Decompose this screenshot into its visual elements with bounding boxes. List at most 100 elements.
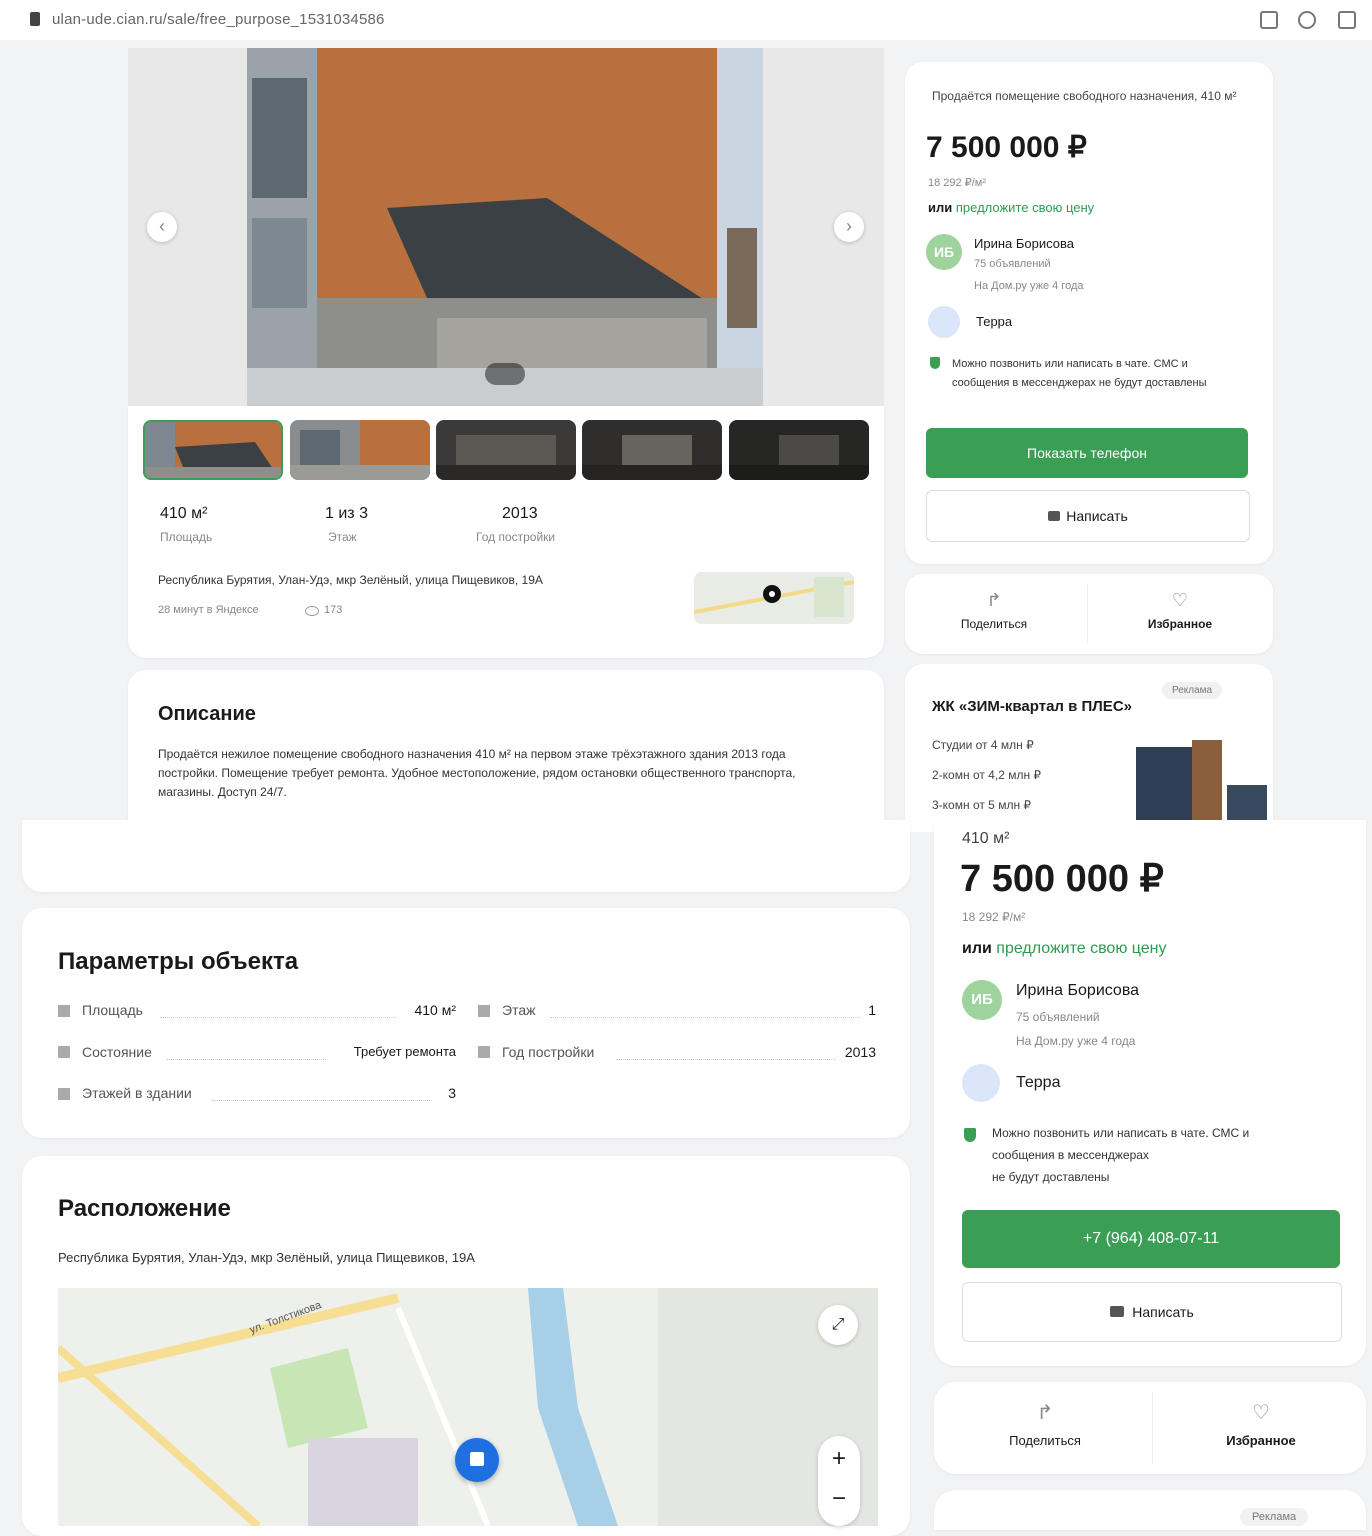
price-per-meter-bottom: 18 292 ₽/м² <box>962 910 1026 924</box>
floor-icon <box>478 1005 490 1017</box>
agency-name[interactable]: Терра <box>976 314 1012 329</box>
offer-price-bottom[interactable]: или предложите свою цену <box>962 940 1167 958</box>
map-zoom-control: + − <box>818 1436 860 1526</box>
thumbnail[interactable] <box>582 420 722 480</box>
share-button-top[interactable]: ↱ Поделиться <box>930 590 1058 631</box>
write-label: Написать <box>1066 508 1128 524</box>
offer-link[interactable]: предложите свою цену <box>956 200 1094 215</box>
location-map-image <box>58 1288 878 1526</box>
site-info-icon[interactable] <box>30 12 40 26</box>
share-label: Поделиться <box>960 617 1028 631</box>
building-render <box>1132 735 1272 832</box>
param-label: Этаж <box>502 1002 536 1018</box>
gallery-prev-button[interactable]: ‹ <box>147 212 177 242</box>
param-value: 2013 <box>844 1044 876 1060</box>
promo-building-image <box>1132 735 1272 832</box>
url-text[interactable]: ulan-ude.cian.ru/sale/free_purpose_15310… <box>52 11 385 28</box>
zoom-in-button[interactable]: + <box>818 1436 860 1481</box>
param-leader <box>166 1058 326 1060</box>
param-leader <box>212 1099 432 1101</box>
year-label: Год постройки <box>476 530 556 544</box>
param-label: Площадь <box>82 1002 143 1018</box>
agent-avatar[interactable]: ИБ <box>926 234 962 270</box>
gallery-next-button[interactable]: › <box>834 212 864 242</box>
zoom-icon[interactable] <box>1298 11 1316 29</box>
agent-avatar-bottom[interactable]: ИБ <box>962 980 1002 1020</box>
home-icon <box>470 1452 484 1466</box>
agent-name-bottom[interactable]: Ирина Борисова <box>1016 982 1139 1000</box>
param-leader <box>160 1016 396 1018</box>
floor-label: Этаж <box>328 530 357 544</box>
agency-logo-icon-bottom[interactable] <box>962 1064 1000 1102</box>
area-value: 410 м² <box>160 505 208 522</box>
thumbnail-image <box>436 420 576 480</box>
object-title: Продаётся помещение свободного назначени… <box>932 89 1237 103</box>
ad-badge-bottom[interactable]: Реклама <box>1240 1508 1309 1526</box>
mini-map[interactable] <box>694 572 854 624</box>
offer-price-top[interactable]: или предложите свою цену <box>928 200 1094 215</box>
thumbnail[interactable] <box>436 420 576 480</box>
building-icon <box>58 1088 70 1100</box>
promo-line-3: 3-комн от 5 млн ₽ <box>932 798 1032 812</box>
location-map[interactable] <box>58 1288 878 1526</box>
promo-line-2: 2-комн от 4,2 млн ₽ <box>932 768 1042 782</box>
area-icon <box>58 1005 70 1017</box>
actions-divider-bottom <box>1152 1392 1153 1464</box>
param-value: 3 <box>448 1085 456 1101</box>
building-photo <box>247 48 763 406</box>
agent-since-bottom: На Дом.ру уже 4 года <box>1016 1034 1136 1048</box>
shield-icon-bottom <box>964 1128 976 1142</box>
fullscreen-icon[interactable] <box>485 363 525 385</box>
contact-notice: Можно позвонить или написать в чате. СМС… <box>952 358 1207 389</box>
share-button-bottom[interactable]: ↱ Поделиться <box>970 1400 1120 1448</box>
floor-value: 1 из 3 <box>325 505 368 522</box>
param-value: 410 м² <box>414 1002 456 1018</box>
chat-icon <box>1048 511 1061 521</box>
zoom-out-button[interactable]: − <box>818 1481 860 1526</box>
area-label: Площадь <box>160 530 213 544</box>
thumbnail[interactable] <box>290 420 430 480</box>
main-photo[interactable] <box>247 48 763 406</box>
condition-icon <box>58 1046 70 1058</box>
description-title: Описание <box>158 703 256 725</box>
thumbnail[interactable] <box>729 420 869 480</box>
share-page-icon[interactable] <box>1338 11 1356 29</box>
calendar-icon <box>478 1046 490 1058</box>
phone-button-bottom[interactable]: +7 (964) 408-07-11 <box>962 1210 1340 1268</box>
show-phone-button[interactable]: Показать телефон <box>926 428 1248 478</box>
map-expand-button[interactable]: ⤢ <box>818 1305 858 1345</box>
published-time: 28 минут в Яндексе <box>158 604 259 616</box>
favorite-label-bottom: Избранное <box>1226 1433 1296 1448</box>
favorite-button-top[interactable]: ♡ Избранное <box>1116 590 1244 631</box>
param-leader <box>550 1016 860 1018</box>
param-label: Год постройки <box>502 1044 595 1060</box>
write-label-bottom: Написать <box>1132 1304 1194 1320</box>
favorite-label: Избранное <box>1147 617 1213 631</box>
write-button-top[interactable]: Написать <box>926 490 1250 542</box>
description-text: Продаётся нежилое помещение свободного н… <box>158 747 796 799</box>
thumbnail-image <box>290 420 430 480</box>
write-button-bottom[interactable]: Написать <box>962 1282 1342 1342</box>
thumbnail-image <box>582 420 722 480</box>
offer-link-bottom[interactable]: предложите свою цену <box>996 940 1166 957</box>
agent-name[interactable]: Ирина Борисова <box>974 236 1074 251</box>
agency-name-bottom[interactable]: Терра <box>1016 1074 1060 1092</box>
thumbnail[interactable] <box>143 420 283 480</box>
views-count: 173 <box>324 604 343 616</box>
agency-logo-icon[interactable] <box>928 306 960 338</box>
install-icon[interactable] <box>1260 11 1278 29</box>
summary-address[interactable]: Республика Бурятия, Улан-Удэ, мкр Зелёны… <box>158 573 678 587</box>
param-value: Требует ремонта <box>353 1044 456 1059</box>
favorite-button-bottom[interactable]: ♡ Избранное <box>1186 1400 1336 1448</box>
notice-line-2: сообщения в мессенджерах <box>992 1148 1149 1162</box>
heart-icon: ♡ <box>1171 590 1189 610</box>
promo-badge[interactable]: Реклама <box>1162 682 1223 699</box>
mini-map-image <box>694 572 854 624</box>
agent-objects-bottom: 75 объявлений <box>1016 1010 1100 1024</box>
offer-prefix: или <box>928 200 953 215</box>
promo-line-1: Студии от 4 млн ₽ <box>932 738 1034 752</box>
actions-divider <box>1087 584 1088 644</box>
notice-line-1: Можно позвонить или написать в чате. СМС… <box>992 1126 1250 1140</box>
param-label: Состояние <box>82 1044 152 1060</box>
browser-address-bar: ulan-ude.cian.ru/sale/free_purpose_15310… <box>0 0 1372 40</box>
